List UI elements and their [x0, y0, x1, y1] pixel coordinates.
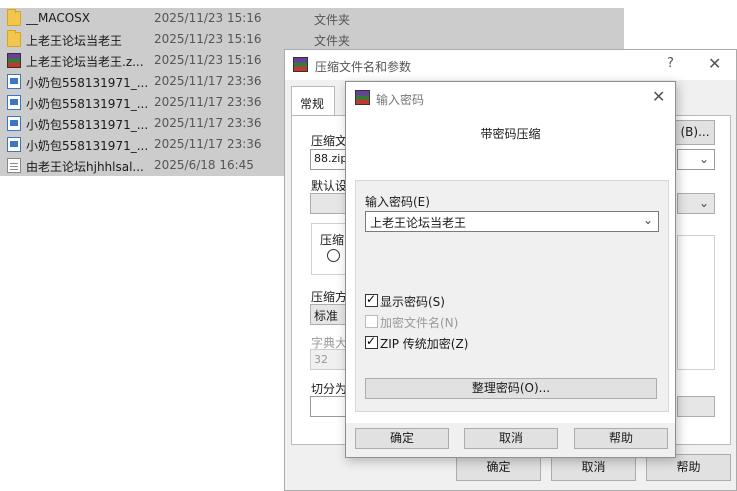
browse-button[interactable]: (B)...: [675, 120, 715, 145]
compression-method-label: 压缩方: [311, 290, 347, 304]
cancel-button[interactable]: 取消: [464, 428, 558, 449]
file-row[interactable]: 小奶包558131971_... 2025/11/17 23:36: [0, 71, 284, 92]
compression-method-value: 标准: [314, 309, 339, 323]
dialog-heading: 带密码压缩: [480, 127, 541, 141]
organize-passwords-label: 整理密码(O)...: [471, 381, 551, 395]
set-password-button[interactable]: [677, 396, 715, 417]
default-profile-label: 默认设: [311, 179, 347, 193]
chevron-down-icon: ⌄: [699, 152, 710, 166]
file-row[interactable]: 小奶包558131971_... 2025/11/17 23:36: [0, 92, 284, 113]
ok-button-label: 确定: [389, 431, 414, 445]
file-name: 上老王论坛当老王.z...: [26, 55, 144, 69]
winrar-app-icon: [355, 90, 370, 105]
file-date: 2025/11/17 23:36: [154, 95, 262, 109]
encrypt-filenames-label: 加密文件名(N): [380, 316, 459, 330]
split-volumes-input[interactable]: [310, 396, 348, 417]
file-row[interactable]: 小奶包558131971_... 2025/11/17 23:36: [0, 134, 284, 155]
cancel-button[interactable]: 取消: [551, 454, 636, 481]
options-group: [677, 235, 715, 370]
file-date: 2025/6/18 16:45: [154, 158, 254, 172]
compression-method-dropdown[interactable]: 标准: [310, 304, 348, 325]
file-name: 小奶包558131971_...: [26, 97, 149, 111]
file-date: 2025/11/17 23:36: [154, 137, 262, 151]
close-icon[interactable]: ✕: [708, 54, 721, 73]
organize-passwords-button[interactable]: 整理密码(O)...: [365, 378, 657, 399]
archive-name-label: 压缩文: [311, 134, 347, 148]
file-date: 2025/11/23 15:16: [154, 11, 262, 25]
profile-dropdown[interactable]: ⌄: [677, 193, 715, 214]
help-button-label: 帮助: [676, 460, 701, 474]
encrypt-filenames-checkbox[interactable]: [365, 315, 378, 328]
file-name: 小奶包558131971_...: [26, 118, 149, 132]
file-date: 2025/11/17 23:36: [154, 116, 262, 130]
cancel-button-label: 取消: [581, 460, 606, 474]
dictionary-size-value: 32: [314, 353, 328, 366]
password-value: 上老王论坛当老王: [370, 216, 467, 230]
folder-icon: [7, 9, 21, 26]
image-file-icon: [7, 116, 21, 131]
file-name: 小奶包558131971_...: [26, 76, 149, 90]
tab-general-label: 常规: [300, 97, 325, 111]
ok-button[interactable]: 确定: [456, 454, 541, 481]
close-icon[interactable]: ✕: [652, 87, 665, 106]
file-date: 2025/11/23 15:16: [154, 32, 262, 46]
dialog-titlebar: 输入密码 ✕: [346, 82, 675, 113]
file-name: __MACOSX: [26, 11, 91, 25]
image-file-icon: [7, 95, 21, 110]
dialog-titlebar: 压缩文件名和参数 ? ✕: [285, 50, 736, 80]
file-type: 文件夹: [314, 13, 351, 27]
file-row[interactable]: 上老王论坛当老王 2025/11/23 15:16 文件夹: [0, 29, 624, 50]
dictionary-size-dropdown[interactable]: 32: [310, 349, 348, 370]
file-row[interactable]: __MACOSX 2025/11/23 15:16 文件夹: [0, 8, 624, 29]
file-name: 小奶包558131971_...: [26, 139, 149, 153]
password-combobox[interactable]: 上老王论坛当老王 ⌄: [365, 211, 659, 232]
image-file-icon: [7, 74, 21, 89]
update-mode-dropdown[interactable]: ⌄: [677, 149, 715, 170]
format-radio[interactable]: [327, 249, 340, 262]
archive-name-value: 88.zip: [314, 152, 348, 165]
help-button[interactable]: 帮助: [574, 428, 668, 449]
tab-general[interactable]: 常规: [291, 86, 335, 116]
winrar-app-icon: [293, 57, 308, 72]
archive-name-input[interactable]: 88.zip: [310, 149, 348, 170]
help-button-label: 帮助: [608, 431, 633, 445]
password-dialog: 输入密码 ✕ 带密码压缩 输入密码(E) 上老王论坛当老王 ⌄ 显示密码(S) …: [345, 81, 676, 458]
help-button[interactable]: 帮助: [646, 454, 731, 481]
ok-button[interactable]: 确定: [355, 428, 449, 449]
dialog-title: 压缩文件名和参数: [315, 60, 412, 74]
chevron-down-icon: ⌄: [699, 196, 710, 210]
ok-button-label: 确定: [486, 460, 511, 474]
zip-legacy-encryption-label: ZIP 传统加密(Z): [380, 337, 469, 351]
cancel-button-label: 取消: [498, 431, 523, 445]
winrar-archive-icon: [7, 53, 21, 68]
show-password-checkbox[interactable]: [365, 292, 378, 307]
split-volumes-label: 切分为: [311, 382, 347, 396]
file-row[interactable]: 小奶包558131971_... 2025/11/17 23:36: [0, 113, 284, 134]
format-group-label: 压缩: [320, 233, 345, 247]
file-date: 2025/11/17 23:36: [154, 74, 262, 88]
browse-button-label: (B)...: [680, 125, 710, 139]
format-group: 压缩: [311, 223, 347, 275]
image-file-icon: [7, 137, 21, 152]
zip-legacy-encryption-checkbox[interactable]: [365, 334, 378, 349]
help-icon[interactable]: ?: [667, 56, 674, 71]
chevron-down-icon: ⌄: [642, 213, 653, 227]
password-label: 输入密码(E): [365, 195, 430, 209]
show-password-label: 显示密码(S): [380, 295, 445, 309]
folder-icon: [7, 30, 21, 47]
file-type: 文件夹: [314, 34, 351, 48]
dialog-title: 输入密码: [376, 93, 425, 107]
file-row[interactable]: 上老王论坛当老王.z... 2025/11/23 15:16: [0, 50, 284, 71]
text-file-icon: [7, 158, 21, 173]
file-row[interactable]: 由老王论坛hjhhlsal... 2025/6/18 16:45: [0, 155, 284, 176]
file-name: 上老王论坛当老王: [26, 34, 123, 48]
profiles-button[interactable]: [310, 193, 348, 214]
file-name: 由老王论坛hjhhlsal...: [26, 160, 144, 174]
file-date: 2025/11/23 15:16: [154, 53, 262, 67]
